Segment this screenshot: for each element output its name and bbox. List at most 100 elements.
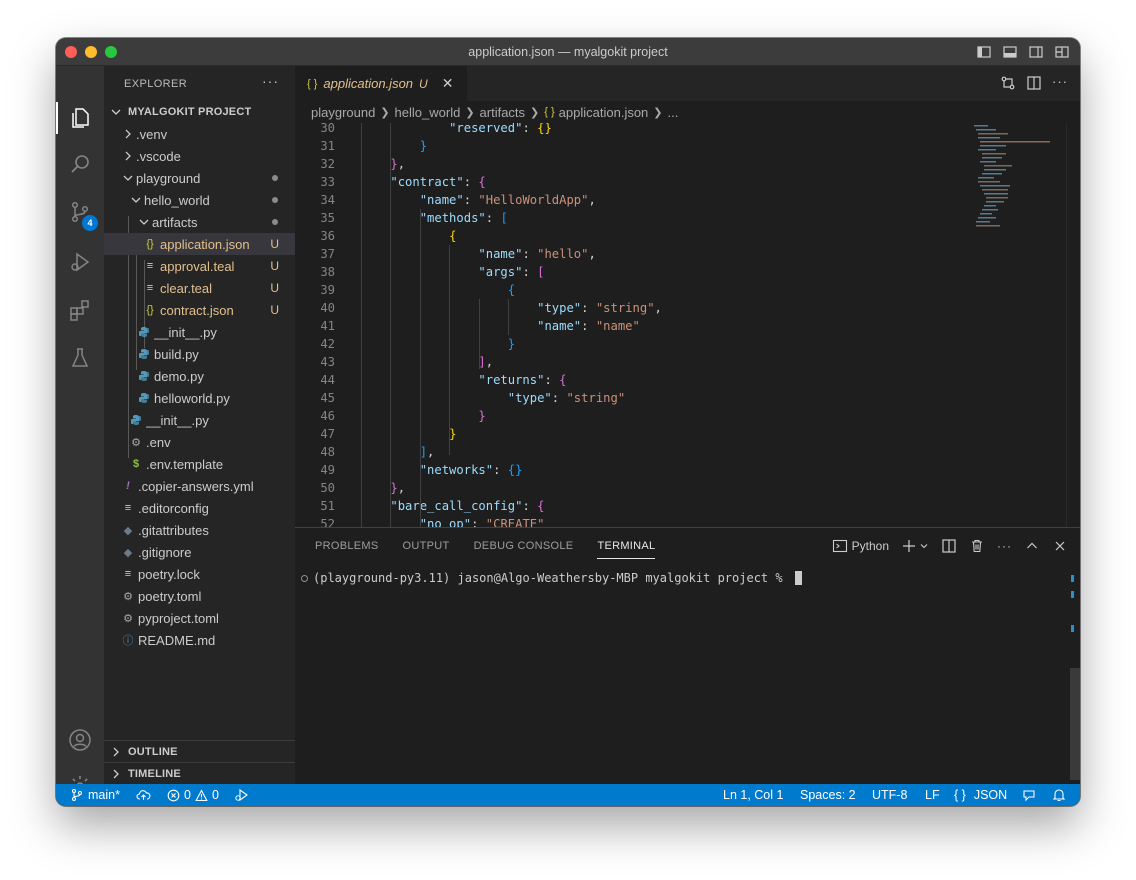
encoding[interactable]: UTF-8 — [872, 784, 907, 806]
search-icon[interactable] — [68, 152, 92, 176]
scroll-marker — [1071, 625, 1074, 632]
tab-debug-console[interactable]: DEBUG CONSOLE — [474, 528, 574, 564]
breadcrumb-item[interactable]: playground — [311, 105, 375, 120]
tree-file-init-py[interactable]: __init__.py — [104, 321, 295, 343]
feedback-icon[interactable] — [1022, 784, 1036, 806]
extensions-icon[interactable] — [68, 298, 92, 322]
breadcrumb-item[interactable]: application.json — [559, 105, 649, 120]
tree-file-build-py[interactable]: build.py — [104, 343, 295, 365]
debug-launch-status[interactable] — [234, 784, 249, 806]
tree-item-label: .editorconfig — [138, 500, 209, 516]
project-section-header[interactable]: MYALGOKIT PROJECT — [104, 101, 295, 123]
breadcrumb-item[interactable]: ... — [668, 105, 679, 120]
close-window-button[interactable] — [65, 46, 77, 58]
terminal-profile[interactable]: Python — [832, 538, 889, 554]
explorer-sidebar: EXPLORER ··· MYALGOKIT PROJECT .venv .vs… — [104, 66, 295, 784]
trash-icon[interactable] — [969, 538, 985, 554]
close-panel-icon[interactable] — [1052, 538, 1068, 554]
tree-file-demo-py[interactable]: demo.py — [104, 365, 295, 387]
testing-icon[interactable] — [68, 346, 92, 370]
notifications-bell-icon[interactable] — [1052, 784, 1066, 806]
customize-layout-icon[interactable] — [1054, 44, 1070, 60]
tree-file-clear-teal[interactable]: ≡ clear.teal U — [104, 277, 295, 299]
tree-file-gitignore[interactable]: ◆ .gitignore — [104, 541, 295, 563]
code-line: 34 "name": "HelloWorldApp", — [295, 191, 965, 209]
tab-terminal[interactable]: TERMINAL — [597, 528, 656, 564]
account-icon[interactable] — [68, 728, 92, 752]
code-line: 44 "returns": { — [295, 371, 965, 389]
tree-file-init-py-root[interactable]: __init__.py — [104, 409, 295, 431]
breadcrumb-item[interactable]: hello_world — [395, 105, 461, 120]
tree-file-helloworld-py[interactable]: helloworld.py — [104, 387, 295, 409]
tree-folder-hello-world[interactable]: hello_world — [104, 189, 295, 211]
code-line: 45 "type": "string" — [295, 389, 965, 407]
indentation[interactable]: Spaces: 2 — [800, 784, 856, 806]
close-tab-icon[interactable]: ✕ — [442, 75, 454, 92]
line-number: 45 — [320, 391, 335, 405]
sidebar-more-actions[interactable]: ··· — [262, 73, 279, 89]
split-editor-icon[interactable] — [1026, 75, 1042, 91]
command-decoration-icon — [301, 574, 308, 582]
line-number: 30 — [320, 123, 335, 135]
language-mode[interactable]: { } JSON — [954, 784, 1007, 806]
more-actions-icon[interactable]: ··· — [1052, 75, 1068, 91]
minimize-window-button[interactable] — [85, 46, 97, 58]
open-changes-icon[interactable] — [1000, 75, 1016, 91]
tree-folder-playground[interactable]: playground — [104, 167, 295, 189]
toggle-primary-sidebar-icon[interactable] — [976, 44, 992, 60]
end-of-line[interactable]: LF — [925, 784, 940, 806]
tree-folder-vscode[interactable]: .vscode — [104, 145, 295, 167]
tree-file-contract-json[interactable]: {} contract.json U — [104, 299, 295, 321]
explorer-icon[interactable] — [68, 106, 92, 130]
terminal-output[interactable]: (playground-py3.11) jason@Algo-Weathersb… — [301, 571, 802, 585]
tree-file-pyproject-toml[interactable]: ⚙ pyproject.toml — [104, 607, 295, 629]
line-number: 43 — [320, 355, 335, 369]
tree-file-editorconfig[interactable]: ≡ .editorconfig — [104, 497, 295, 519]
branch-status[interactable]: main* — [70, 784, 120, 806]
plus-icon — [903, 540, 915, 552]
terminal-scrollbar[interactable] — [1070, 668, 1080, 780]
sync-status[interactable] — [136, 784, 151, 806]
split-terminal-icon[interactable] — [941, 538, 957, 554]
tree-file-env[interactable]: ⚙ .env — [104, 431, 295, 453]
tree-folder-artifacts[interactable]: artifacts — [104, 211, 295, 233]
tree-folder-venv[interactable]: .venv — [104, 123, 295, 145]
python-file-icon — [136, 390, 152, 406]
tree-file-env-template[interactable]: $ .env.template — [104, 453, 295, 475]
tree-item-label: .vscode — [136, 148, 181, 164]
tree-file-poetry-toml[interactable]: ⚙ poetry.toml — [104, 585, 295, 607]
maximize-window-button[interactable] — [105, 46, 117, 58]
chevron-up-icon[interactable] — [1024, 538, 1040, 554]
tree-file-poetry-lock[interactable]: ≡ poetry.lock — [104, 563, 295, 585]
minimap[interactable] — [966, 123, 1066, 527]
outline-section-header[interactable]: OUTLINE — [104, 740, 295, 762]
toggle-panel-icon[interactable] — [1002, 44, 1018, 60]
indent-guide — [508, 299, 509, 335]
python-file-icon — [136, 346, 152, 362]
new-terminal-button[interactable] — [901, 538, 929, 554]
tree-file-application-json[interactable]: {} application.json U — [104, 233, 295, 255]
tree-item-label: .env.template — [146, 456, 224, 472]
tree-item-label: .gitignore — [138, 544, 192, 560]
editor-scrollbar[interactable] — [1066, 123, 1080, 527]
tree-file-copier-answers[interactable]: ! .copier-answers.yml — [104, 475, 295, 497]
cursor-position[interactable]: Ln 1, Col 1 — [723, 784, 783, 806]
code-text: }, — [390, 481, 406, 495]
tab-application-json[interactable]: { } application.json U ✕ — [295, 66, 467, 101]
code-editor[interactable]: 30 "reserved": {} 31 } 32 }, 33 "contract":… — [295, 123, 1080, 527]
problems-status[interactable]: 0 0 — [167, 784, 219, 806]
timeline-section-header[interactable]: TIMELINE — [104, 762, 295, 784]
tree-file-approval-teal[interactable]: ≡ approval.teal U — [104, 255, 295, 277]
code-text: "returns": { — [478, 373, 567, 387]
tree-file-readme[interactable]: ⓘ README.md — [104, 629, 295, 651]
tree-file-gitattributes[interactable]: ◆ .gitattributes — [104, 519, 295, 541]
tab-problems[interactable]: PROBLEMS — [315, 528, 379, 564]
window-title: application.json — myalgokit project — [468, 44, 668, 59]
tab-output[interactable]: OUTPUT — [403, 528, 450, 564]
breadcrumb-item[interactable]: artifacts — [480, 105, 526, 120]
more-actions-icon[interactable]: ··· — [997, 539, 1012, 553]
code-text: } — [507, 337, 516, 351]
toggle-secondary-sidebar-icon[interactable] — [1028, 44, 1044, 60]
code-line: 38 "args": [ — [295, 263, 965, 281]
run-debug-icon[interactable] — [68, 250, 92, 274]
